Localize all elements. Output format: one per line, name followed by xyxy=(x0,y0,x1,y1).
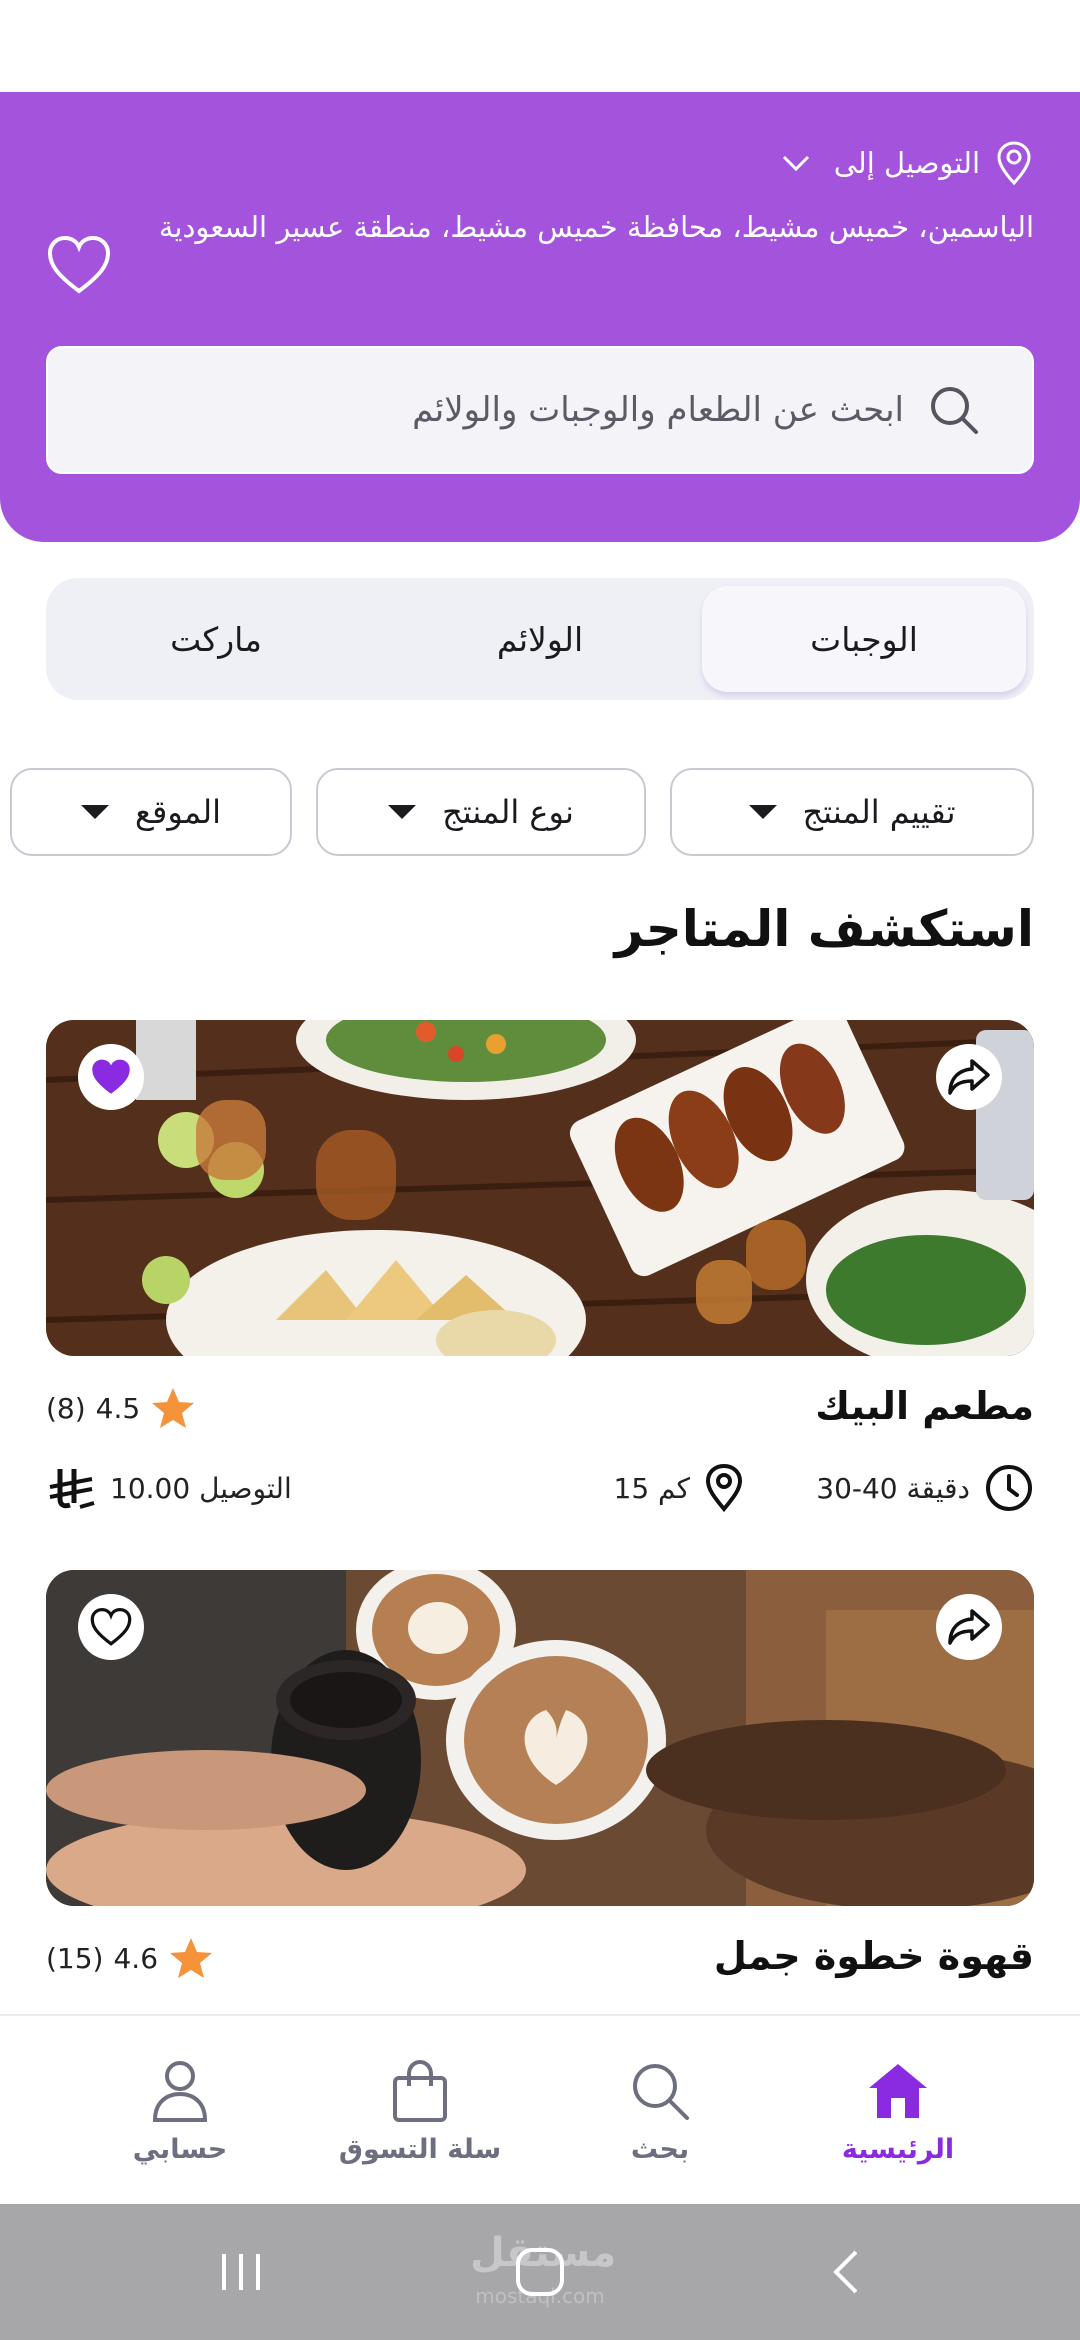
share-button[interactable] xyxy=(936,1044,1002,1110)
star-icon xyxy=(152,1388,195,1428)
favorite-button[interactable] xyxy=(78,1594,144,1660)
delivery-time: 30-40 دقيقة xyxy=(816,1460,1034,1516)
filter-label: الموقع xyxy=(135,793,221,831)
delivery-fee-text: التوصيل 10.00 xyxy=(110,1471,292,1505)
home-button-icon[interactable] xyxy=(512,2244,568,2300)
nav-search[interactable]: بحث xyxy=(550,2016,770,2206)
filter-location[interactable]: الموقع xyxy=(10,768,292,856)
heart-filled-icon xyxy=(92,1059,130,1094)
dropdown-arrow-icon xyxy=(748,805,777,819)
location-pin-icon xyxy=(997,141,1031,186)
nav-label: سلة التسوق xyxy=(338,2134,502,2165)
section-title: استكشف المتاجر xyxy=(614,900,1034,958)
system-navigation-bar: مستقل mostaql.com xyxy=(0,2204,1080,2340)
riyal-currency-icon xyxy=(49,1469,95,1509)
store-image[interactable] xyxy=(46,1020,1034,1356)
search-placeholder: ابحث عن الطعام والوجبات والولائم xyxy=(412,390,904,430)
home-icon xyxy=(869,2064,927,2118)
delivery-location-selector[interactable]: التوصيل إلى xyxy=(778,140,1034,186)
back-icon[interactable] xyxy=(826,2244,866,2300)
nav-label: الرئيسية xyxy=(841,2134,955,2165)
rating-value: 4.6 xyxy=(113,1941,159,1975)
store-rating: (8) 4.5 xyxy=(46,1386,196,1430)
store-name[interactable]: قهوة خطوة جمل xyxy=(714,1934,1034,1978)
store-name[interactable]: مطعم البيك xyxy=(815,1384,1034,1428)
review-count: (15) xyxy=(46,1941,104,1975)
store-meta: 30-40 دقيقة 15 كم التوصيل 10.00 xyxy=(46,1460,1034,1516)
nav-label: بحث xyxy=(630,2134,690,2165)
nav-account[interactable]: حسابي xyxy=(70,2016,290,2206)
delivery-label: التوصيل إلى xyxy=(833,146,980,180)
share-arrow-icon xyxy=(948,1059,990,1095)
chevron-down-icon xyxy=(782,155,809,172)
filter-label: تقييم المنتج xyxy=(802,793,956,831)
recent-apps-icon[interactable] xyxy=(216,2244,266,2300)
filter-product-rating[interactable]: تقييم المنتج xyxy=(670,768,1034,856)
nav-home[interactable]: الرئيسية xyxy=(788,2016,1008,2206)
tab-meals[interactable]: الوجبات xyxy=(702,586,1026,692)
favorite-button[interactable] xyxy=(78,1044,144,1110)
filter-label: نوع المنتج xyxy=(442,793,574,831)
filter-product-type[interactable]: نوع المنتج xyxy=(316,768,646,856)
distance: 15 كم xyxy=(614,1460,745,1516)
search-icon xyxy=(633,2064,689,2120)
location-pin-icon xyxy=(705,1463,743,1513)
clock-icon xyxy=(986,1465,1032,1511)
dropdown-arrow-icon xyxy=(81,805,109,819)
store-rating: (15) 4.6 xyxy=(46,1936,214,1980)
rating-value: 4.5 xyxy=(95,1391,141,1425)
tab-banquets[interactable]: الولائم xyxy=(378,586,702,692)
delivery-time-text: 30-40 دقيقة xyxy=(816,1471,970,1505)
shopping-bag-icon xyxy=(393,2059,447,2122)
nav-label: حسابي xyxy=(132,2134,228,2165)
share-arrow-icon xyxy=(948,1609,990,1645)
user-icon xyxy=(152,2061,208,2122)
nav-cart[interactable]: سلة التسوق xyxy=(310,2016,530,2206)
store-image[interactable] xyxy=(46,1570,1034,1906)
delivery-address: الياسمين، خميس مشيط، محافظة خميس مشيط، م… xyxy=(158,210,1034,244)
dropdown-arrow-icon xyxy=(388,805,417,819)
heart-outline-icon xyxy=(90,1607,132,1646)
location-header: التوصيل إلى الياسمين، خميس مشيط، محافظة … xyxy=(0,92,1080,542)
category-segmented-control: الوجبات الولائم ماركت xyxy=(46,578,1034,700)
share-button[interactable] xyxy=(936,1594,1002,1660)
delivery-fee: التوصيل 10.00 xyxy=(46,1460,292,1516)
bottom-navigation: الرئيسية بحث سلة التسوق حسابي xyxy=(0,2014,1080,2204)
coffee-photo xyxy=(46,1570,1034,1906)
distance-text: 15 كم xyxy=(613,1471,691,1505)
heart-outline-icon[interactable] xyxy=(46,234,112,296)
tab-market[interactable]: ماركت xyxy=(54,586,378,692)
search-icon xyxy=(931,387,978,434)
review-count: (8) xyxy=(46,1391,86,1425)
search-field[interactable]: ابحث عن الطعام والوجبات والولائم xyxy=(46,346,1034,474)
food-photo xyxy=(46,1020,1034,1356)
star-icon xyxy=(170,1938,213,1978)
